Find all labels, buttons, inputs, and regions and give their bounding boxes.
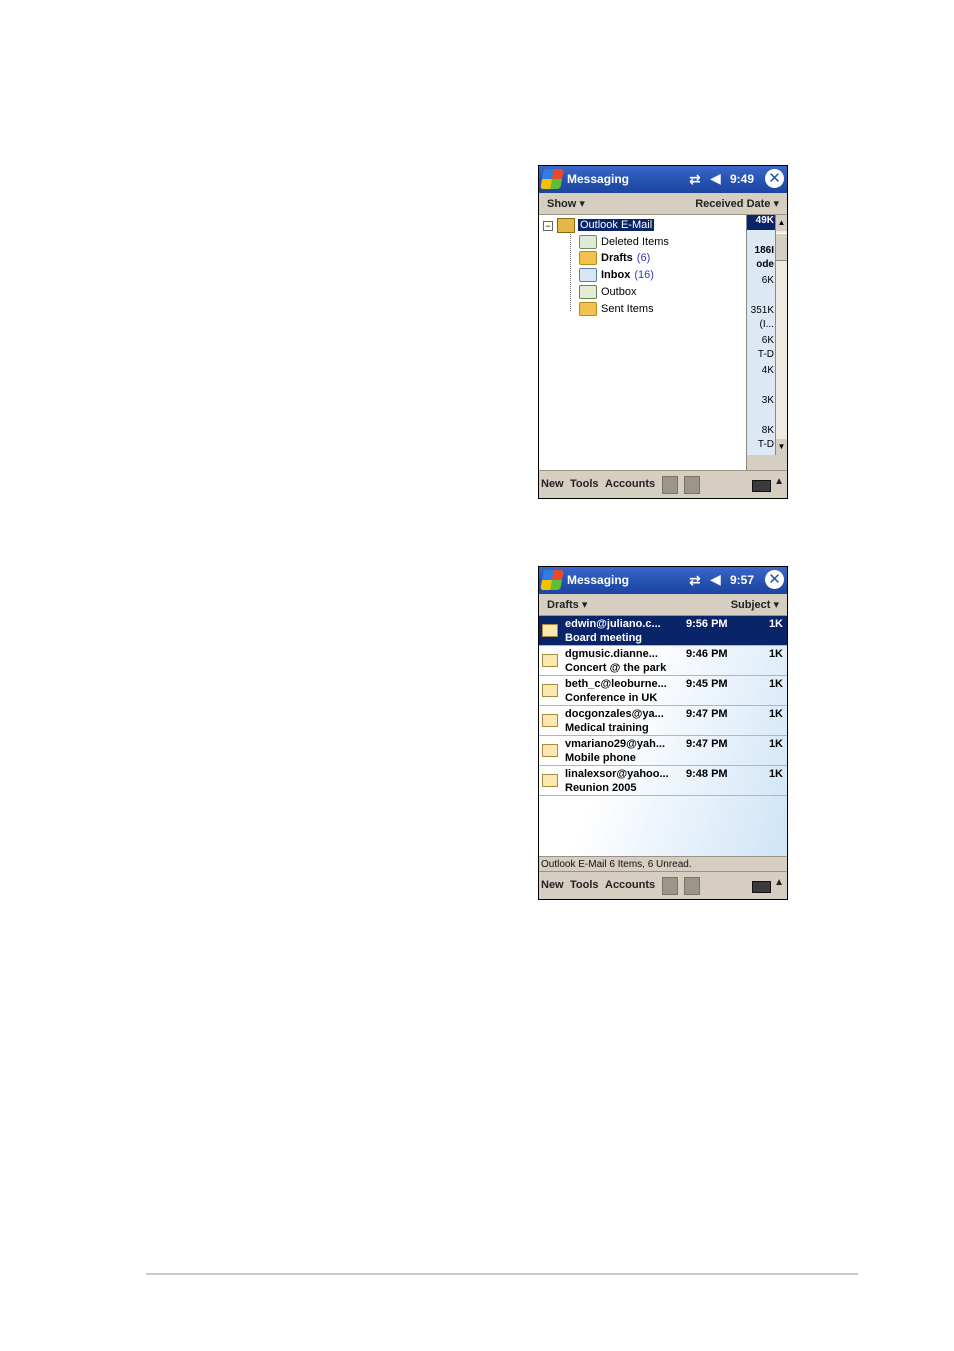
folder-icon bbox=[579, 251, 597, 265]
list-cell: 4K bbox=[761, 365, 774, 376]
accounts-menu[interactable]: Accounts bbox=[605, 478, 655, 490]
envelope-icon bbox=[542, 774, 558, 787]
list-cell: 186I bbox=[754, 245, 774, 256]
list-cell: ode bbox=[756, 259, 774, 270]
list-cell: 49K bbox=[747, 215, 777, 230]
list-cell: 6K bbox=[761, 335, 774, 346]
command-bar: New Tools Accounts ▲ bbox=[539, 871, 787, 899]
reply-icon[interactable] bbox=[662, 476, 678, 494]
envelope-icon bbox=[542, 624, 558, 637]
close-icon[interactable]: ✕ bbox=[765, 570, 784, 589]
connectivity-icon[interactable]: ⇄ bbox=[689, 171, 701, 188]
clock[interactable]: 9:57 bbox=[730, 573, 754, 587]
tools-menu[interactable]: Tools bbox=[570, 879, 599, 891]
input-selector-icon[interactable]: ▲ bbox=[774, 877, 784, 888]
sort-bar: Drafts ▾ Subject ▾ bbox=[539, 594, 787, 616]
envelope-icon bbox=[542, 654, 558, 667]
list-cell: (I... bbox=[759, 319, 774, 330]
list-cell: T-D bbox=[757, 439, 774, 450]
inbox-icon bbox=[579, 268, 597, 282]
title-bar: Messaging ⇄ ◀︎ 9:57 ✕ bbox=[539, 567, 787, 594]
tree-item-sent-items[interactable]: Sent Items bbox=[579, 301, 654, 317]
send-receive-icon[interactable] bbox=[684, 877, 700, 895]
scroll-thumb[interactable] bbox=[776, 233, 787, 261]
envelope-icon bbox=[542, 744, 558, 757]
sort-by-menu[interactable]: Subject ▾ bbox=[731, 598, 779, 611]
scroll-down-icon[interactable]: ▼ bbox=[776, 439, 787, 455]
message-row[interactable]: beth_c@leoburne... Conference in UK 9:45… bbox=[539, 676, 787, 706]
outbox-icon bbox=[579, 285, 597, 299]
message-row[interactable]: vmariano29@yah... Mobile phone 9:47 PM 1… bbox=[539, 736, 787, 766]
reply-icon[interactable] bbox=[662, 877, 678, 895]
list-cell: 3K bbox=[761, 395, 774, 406]
tree-item-outlook-email[interactable]: Outlook E-Mail bbox=[557, 217, 655, 233]
tree-item-outbox[interactable]: Outbox bbox=[579, 284, 636, 300]
command-bar: New Tools Accounts ▲ bbox=[539, 470, 787, 498]
list-cell: 351K bbox=[750, 305, 774, 316]
volume-icon[interactable]: ◀︎ bbox=[710, 170, 721, 187]
envelope-icon bbox=[542, 684, 558, 697]
list-cell: T-D bbox=[757, 349, 774, 360]
tree-item-drafts[interactable]: Drafts (6) bbox=[579, 250, 650, 266]
tools-menu[interactable]: Tools bbox=[570, 478, 599, 490]
app-title: Messaging bbox=[567, 172, 630, 186]
messaging-drafts-screen: Messaging ⇄ ◀︎ 9:57 ✕ Drafts ▾ Subject ▾… bbox=[538, 566, 788, 900]
envelope-icon bbox=[542, 714, 558, 727]
message-row[interactable]: dgmusic.dianne... Concert @ the park 9:4… bbox=[539, 646, 787, 676]
start-menu-icon[interactable] bbox=[540, 570, 564, 590]
sort-by-menu[interactable]: Received Date ▾ bbox=[695, 197, 779, 210]
show-menu[interactable]: Show ▾ bbox=[547, 197, 585, 210]
app-title: Messaging bbox=[567, 573, 630, 587]
connectivity-icon[interactable]: ⇄ bbox=[689, 572, 701, 589]
message-list: edwin@juliano.c... Board meeting 9:56 PM… bbox=[539, 616, 787, 856]
messaging-folder-screen: Messaging ⇄ ◀︎ 9:49 ✕ Show ▾ Received Da… bbox=[538, 165, 788, 499]
tree-item-deleted-items[interactable]: Deleted Items bbox=[579, 234, 669, 250]
page-footer-rule bbox=[146, 1273, 858, 1275]
input-selector-icon[interactable]: ▲ bbox=[774, 476, 784, 487]
folder-menu[interactable]: Drafts ▾ bbox=[547, 598, 587, 611]
scroll-up-icon[interactable]: ▲ bbox=[776, 215, 787, 231]
close-icon[interactable]: ✕ bbox=[765, 169, 784, 188]
mailbox-icon bbox=[557, 217, 575, 233]
message-row[interactable]: docgonzales@ya... Medical training 9:47 … bbox=[539, 706, 787, 736]
clock[interactable]: 9:49 bbox=[730, 172, 754, 186]
folder-icon bbox=[579, 302, 597, 316]
message-row[interactable]: linalexsor@yahoo... Reunion 2005 9:48 PM… bbox=[539, 766, 787, 796]
new-menu[interactable]: New bbox=[541, 478, 564, 490]
send-receive-icon[interactable] bbox=[684, 476, 700, 494]
folder-tree-dropdown: − Outlook E-Mail Deleted Items Drafts (6… bbox=[539, 215, 747, 471]
message-row[interactable]: edwin@juliano.c... Board meeting 9:56 PM… bbox=[539, 616, 787, 646]
recycle-folder-icon bbox=[579, 235, 597, 249]
tree-item-inbox[interactable]: Inbox (16) bbox=[579, 267, 654, 283]
accounts-menu[interactable]: Accounts bbox=[605, 879, 655, 891]
title-bar: Messaging ⇄ ◀︎ 9:49 ✕ bbox=[539, 166, 787, 193]
message-list-behind: 49K 186I ode 6K 351K (I... 6K T-D 4K 3K … bbox=[747, 215, 777, 471]
list-cell: 6K bbox=[761, 275, 774, 286]
list-cell: 8K bbox=[761, 425, 774, 436]
volume-icon[interactable]: ◀︎ bbox=[710, 571, 721, 588]
collapse-icon[interactable]: − bbox=[543, 221, 553, 231]
scrollbar[interactable]: ▲ ▼ bbox=[775, 215, 787, 455]
status-strip bbox=[747, 455, 787, 471]
start-menu-icon[interactable] bbox=[540, 169, 564, 189]
keyboard-icon[interactable] bbox=[752, 480, 771, 492]
new-menu[interactable]: New bbox=[541, 879, 564, 891]
keyboard-icon[interactable] bbox=[752, 881, 771, 893]
sort-bar: Show ▾ Received Date ▾ bbox=[539, 193, 787, 215]
